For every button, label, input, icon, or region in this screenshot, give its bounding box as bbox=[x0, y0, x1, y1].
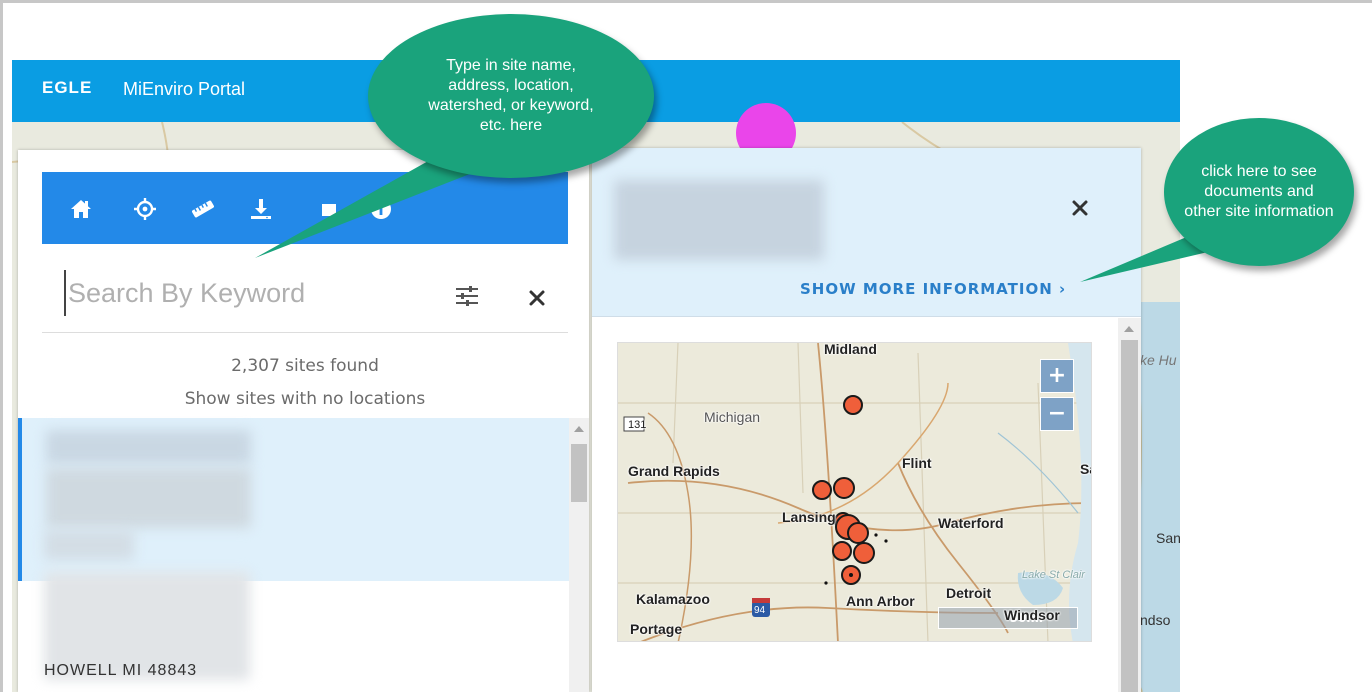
info-tip-text: click here to see documents and other si… bbox=[1184, 163, 1334, 220]
callout-pointers bbox=[255, 160, 1225, 282]
search-tip-callout: Type in site name, address, location, wa… bbox=[368, 14, 654, 178]
search-tip-text: Type in site name, address, location, wa… bbox=[428, 57, 594, 134]
info-tip-callout: click here to see documents and other si… bbox=[1164, 118, 1354, 266]
